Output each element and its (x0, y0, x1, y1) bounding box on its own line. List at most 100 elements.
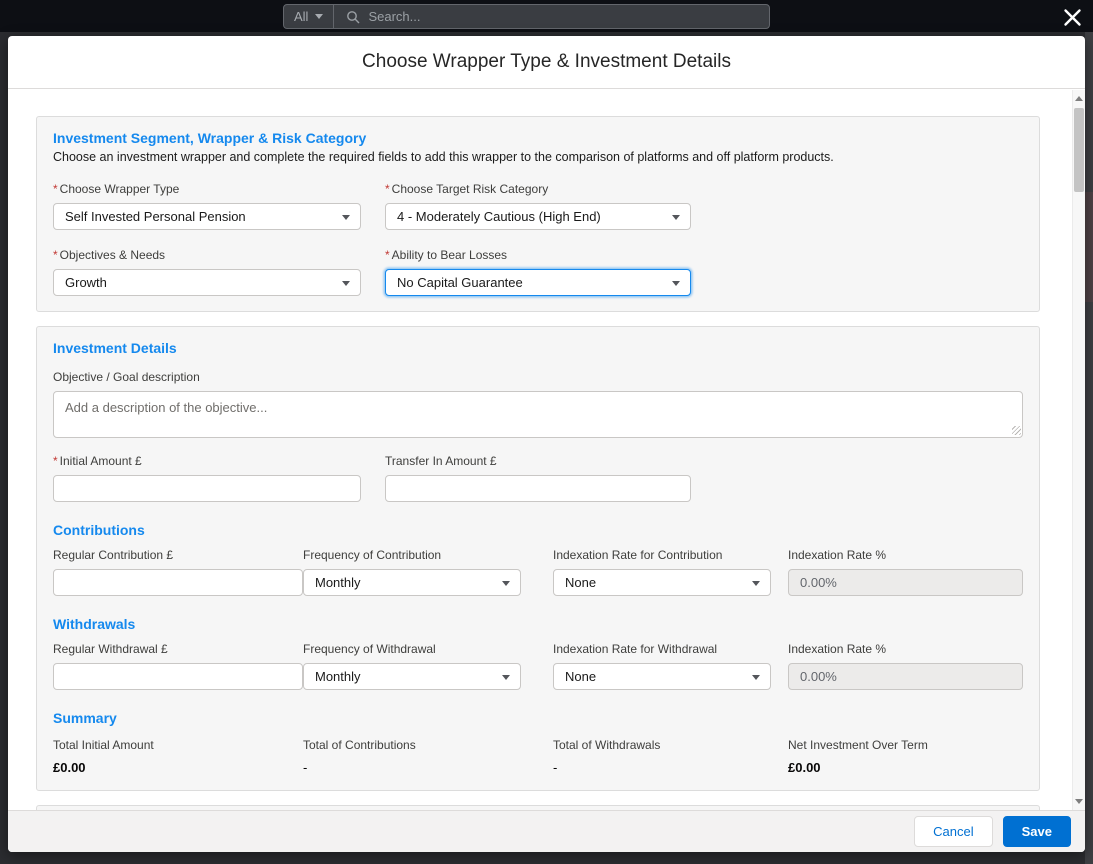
search-icon (346, 10, 360, 24)
details-section-heading: Investment Details (53, 340, 177, 356)
contribution-rate-field: Indexation Rate % (788, 548, 1023, 596)
total-withdrawals-label: Total of Withdrawals (553, 738, 661, 752)
segment-section: Investment Segment, Wrapper & Risk Categ… (36, 116, 1040, 312)
wrapper-type-select[interactable]: Self Invested Personal Pension (53, 203, 361, 230)
save-button[interactable]: Save (1002, 816, 1071, 847)
cancel-button[interactable]: Cancel (914, 816, 993, 847)
chevron-down-icon (752, 675, 760, 680)
transfer-in-field: Transfer In Amount £ (385, 454, 691, 502)
total-initial-value: £0.00 (53, 760, 86, 775)
background-scrollbar-thumb (1085, 192, 1093, 302)
scroll-down-icon[interactable] (1073, 794, 1085, 809)
bear-losses-select[interactable]: No Capital Guarantee (385, 269, 691, 296)
required-asterisk: * (53, 454, 58, 468)
regular-withdrawal-field: Regular Withdrawal £ (53, 642, 303, 690)
scroll-up-icon[interactable] (1073, 91, 1085, 106)
regular-withdrawal-input[interactable] (53, 663, 303, 690)
bear-losses-value: No Capital Guarantee (397, 275, 523, 290)
summary-heading: Summary (53, 710, 117, 726)
net-investment-label: Net Investment Over Term (788, 738, 928, 752)
segment-section-heading: Investment Segment, Wrapper & Risk Categ… (53, 130, 367, 146)
objectives-value: Growth (65, 275, 107, 290)
scrollbar-thumb[interactable] (1074, 108, 1084, 192)
transfer-in-label: Transfer In Amount £ (385, 454, 497, 468)
chevron-down-icon (342, 281, 350, 286)
withdrawal-indexation-field: Indexation Rate for Withdrawal None (553, 642, 788, 690)
chevron-down-icon (502, 581, 510, 586)
global-search-box[interactable]: All Search... (283, 4, 770, 29)
withdrawal-frequency-label: Frequency of Withdrawal (303, 642, 436, 656)
required-asterisk: * (385, 248, 390, 262)
risk-category-label: Choose Target Risk Category (391, 182, 549, 196)
objectives-select[interactable]: Growth (53, 269, 361, 296)
initial-amount-input[interactable] (53, 475, 361, 502)
net-investment-item: Net Investment Over Term £0.00 (788, 738, 1023, 775)
wrapper-details-modal: Choose Wrapper Type & Investment Details… (8, 36, 1085, 852)
withdrawal-rate-input (788, 663, 1023, 690)
search-scope-label: All (294, 9, 309, 24)
regular-contribution-field: Regular Contribution £ (53, 548, 303, 596)
global-header: All Search... (0, 0, 1093, 32)
withdrawal-frequency-select[interactable]: Monthly (303, 663, 521, 690)
total-withdrawals-value: - (553, 760, 558, 775)
risk-category-select[interactable]: 4 - Moderately Cautious (High End) (385, 203, 691, 230)
total-contributions-item: Total of Contributions - (303, 738, 553, 775)
withdrawal-frequency-field: Frequency of Withdrawal Monthly (303, 642, 553, 690)
contribution-indexation-select[interactable]: None (553, 569, 771, 596)
withdrawal-indexation-label: Indexation Rate for Withdrawal (553, 642, 718, 656)
transfer-in-input[interactable] (385, 475, 691, 502)
risk-category-field: * Choose Target Risk Category 4 - Modera… (385, 182, 691, 230)
contribution-rate-label: Indexation Rate % (788, 548, 887, 562)
wrapper-type-value: Self Invested Personal Pension (65, 209, 246, 224)
regular-withdrawal-label: Regular Withdrawal £ (53, 642, 168, 656)
objective-label: Objective / Goal description (53, 370, 200, 384)
total-contributions-value: - (303, 760, 308, 775)
bear-losses-label: Ability to Bear Losses (391, 248, 508, 262)
withdrawal-frequency-value: Monthly (315, 669, 361, 684)
required-asterisk: * (53, 248, 58, 262)
withdrawal-rate-field: Indexation Rate % (788, 642, 1023, 690)
modal-scrollbar[interactable] (1072, 90, 1085, 810)
modal-title: Choose Wrapper Type & Investment Details (362, 51, 731, 72)
chevron-down-icon (672, 281, 680, 286)
net-investment-value: £0.00 (788, 760, 821, 775)
wrapper-type-label: Choose Wrapper Type (59, 182, 180, 196)
chevron-down-icon (342, 215, 350, 220)
search-placeholder: Search... (368, 9, 421, 24)
contribution-frequency-value: Monthly (315, 575, 361, 590)
risk-category-value: 4 - Moderately Cautious (High End) (397, 209, 601, 224)
total-initial-label: Total Initial Amount (53, 738, 154, 752)
regular-contribution-label: Regular Contribution £ (53, 548, 174, 562)
withdrawal-indexation-select[interactable]: None (553, 663, 771, 690)
details-section: Investment Details Objective / Goal desc… (36, 326, 1040, 791)
wrapper-type-field: * Choose Wrapper Type Self Invested Pers… (53, 182, 361, 230)
contribution-frequency-label: Frequency of Contribution (303, 548, 442, 562)
total-withdrawals-item: Total of Withdrawals - (553, 738, 788, 775)
chevron-down-icon (502, 675, 510, 680)
required-asterisk: * (53, 182, 58, 196)
background-page-edge (1085, 32, 1093, 864)
contribution-indexation-field: Indexation Rate for Contribution None (553, 548, 788, 596)
contribution-frequency-field: Frequency of Contribution Monthly (303, 548, 553, 596)
regular-contribution-input[interactable] (53, 569, 303, 596)
contribution-indexation-value: None (565, 575, 597, 590)
contribution-frequency-select[interactable]: Monthly (303, 569, 521, 596)
objective-textarea[interactable] (53, 391, 1023, 438)
search-scope-dropdown[interactable]: All (284, 5, 335, 28)
total-contributions-label: Total of Contributions (303, 738, 416, 752)
chevron-down-icon (315, 14, 324, 19)
total-initial-item: Total Initial Amount £0.00 (53, 738, 303, 775)
withdrawals-heading: Withdrawals (53, 616, 136, 632)
bear-losses-field: * Ability to Bear Losses No Capital Guar… (385, 248, 691, 296)
modal-footer: Cancel Save (8, 810, 1085, 852)
required-asterisk: * (385, 182, 390, 196)
initial-amount-label: Initial Amount £ (59, 454, 142, 468)
segment-section-description: Choose an investment wrapper and complet… (53, 150, 834, 164)
close-icon[interactable] (1057, 4, 1087, 30)
contribution-indexation-label: Indexation Rate for Contribution (553, 548, 723, 562)
withdrawal-rate-label: Indexation Rate % (788, 642, 887, 656)
chevron-down-icon (752, 581, 760, 586)
contribution-rate-input (788, 569, 1023, 596)
objectives-field: * Objectives & Needs Growth (53, 248, 361, 296)
modal-header: Choose Wrapper Type & Investment Details (8, 36, 1085, 89)
